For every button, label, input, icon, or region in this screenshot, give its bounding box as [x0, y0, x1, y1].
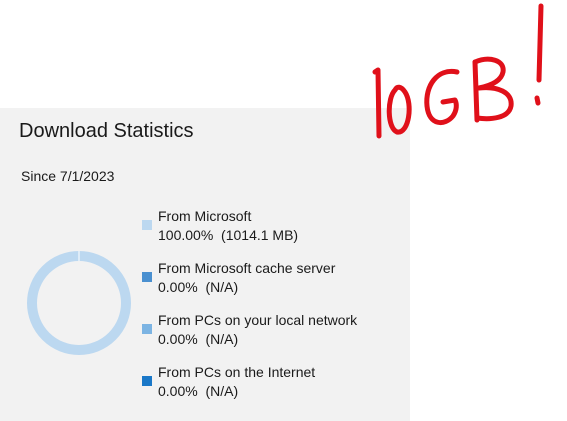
- legend-label: From PCs on your local network: [158, 312, 358, 328]
- annotation-stroke-b-bowls: [472, 56, 514, 122]
- annotation-stroke-b-spine: [472, 59, 480, 123]
- legend-swatch-from-microsoft-cache-server: [142, 272, 152, 282]
- legend-label: From Microsoft: [158, 208, 252, 224]
- annotation-stroke-g: [424, 68, 460, 125]
- panel-title: Download Statistics: [19, 120, 194, 142]
- screenshot-canvas: Download Statistics Since 7/1/2023 From …: [0, 0, 567, 421]
- legend-value: 100.00% (1014.1 MB): [158, 227, 299, 243]
- legend-label: From Microsoft cache server: [158, 260, 336, 276]
- legend-item-from-microsoft-cache-server: From Microsoft cache server 0.00% (N/A): [142, 260, 402, 312]
- download-source-legend: From Microsoft 100.00% (1014.1 MB) From …: [142, 208, 402, 416]
- legend-label: From PCs on the Internet: [158, 364, 316, 380]
- handwritten-annotation: [372, 3, 544, 139]
- annotation-stroke-zero: [386, 84, 412, 135]
- legend-value: 0.00% (N/A): [158, 383, 239, 399]
- legend-value: 0.00% (N/A): [158, 279, 239, 295]
- annotation-stroke-exclamation-dot: [534, 95, 541, 106]
- since-date-label: Since 7/1/2023: [21, 168, 115, 184]
- donut-segment-0: [27, 251, 131, 355]
- legend-swatch-from-pcs-internet: [142, 376, 152, 386]
- legend-swatch-from-microsoft: [142, 220, 152, 230]
- download-source-donut-chart: [27, 251, 131, 355]
- legend-item-from-pcs-local-network: From PCs on your local network 0.00% (N/…: [142, 312, 402, 364]
- annotation-stroke-one: [372, 67, 382, 139]
- legend-swatch-from-pcs-local-network: [142, 324, 152, 334]
- annotation-stroke-exclamation-line: [536, 3, 544, 83]
- legend-value: 0.00% (N/A): [158, 331, 239, 347]
- legend-item-from-pcs-internet: From PCs on the Internet 0.00% (N/A): [142, 364, 402, 416]
- download-statistics-panel: Download Statistics Since 7/1/2023 From …: [0, 108, 410, 421]
- legend-item-from-microsoft: From Microsoft 100.00% (1014.1 MB): [142, 208, 402, 260]
